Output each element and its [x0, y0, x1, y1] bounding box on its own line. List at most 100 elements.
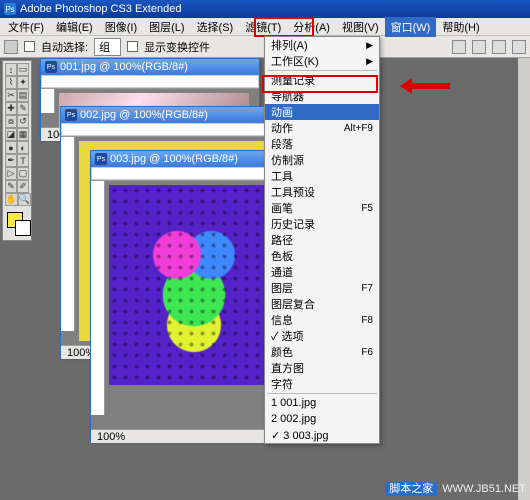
eraser-tool[interactable]: ◪ — [5, 128, 17, 141]
menu-file[interactable]: 文件(F) — [2, 17, 50, 37]
menu-item-label: 段落 — [271, 136, 293, 152]
wand-tool[interactable]: ✦ — [17, 76, 29, 89]
heal-tool[interactable]: ✚ — [5, 102, 17, 115]
menu-select[interactable]: 选择(S) — [191, 17, 240, 37]
menu-item[interactable]: 直方图 — [265, 360, 379, 376]
menu-item[interactable]: 字符 — [265, 376, 379, 392]
menu-shortcut: F6 — [361, 347, 373, 358]
brush-tool[interactable]: ✎ — [17, 102, 29, 115]
hand-tool[interactable]: ✋ — [5, 193, 18, 206]
align-icon[interactable] — [512, 40, 526, 54]
eyedropper-tool[interactable]: ✐ — [17, 180, 29, 193]
menu-item-label: 工具 — [271, 168, 293, 184]
menu-item[interactable]: 路径 — [265, 232, 379, 248]
menu-shortcut: F5 — [361, 203, 373, 214]
blur-tool[interactable]: ● — [5, 141, 17, 154]
menu-item-label: ✓ 选项 — [271, 328, 304, 344]
ps-icon: Ps — [65, 109, 77, 121]
menu-image[interactable]: 图像(I) — [99, 17, 143, 37]
stamp-tool[interactable]: ⧇ — [5, 115, 17, 128]
menu-item[interactable]: 图层复合 — [265, 296, 379, 312]
align-icon[interactable] — [452, 40, 466, 54]
menu-item-label: 图层 — [271, 280, 293, 296]
zoom-tool[interactable]: 🔍 — [18, 193, 31, 206]
doc-title: 001.jpg @ 100%(RGB/8#) — [60, 61, 188, 73]
autoselect-checkbox[interactable] — [24, 41, 35, 52]
menu-item[interactable]: 段落 — [265, 136, 379, 152]
align-icon[interactable] — [472, 40, 486, 54]
background-swatch[interactable] — [15, 220, 31, 236]
menu-item[interactable]: 信息F8 — [265, 312, 379, 328]
menu-item-label: 仿制源 — [271, 152, 304, 168]
shape-tool[interactable]: ▢ — [17, 167, 29, 180]
move-tool[interactable]: ↕ — [5, 63, 17, 76]
menu-item[interactable]: 通道 — [265, 264, 379, 280]
menu-item[interactable]: 动画 — [265, 104, 379, 120]
menu-bar: 文件(F) 编辑(E) 图像(I) 图层(L) 选择(S) 滤镜(T) 分析(A… — [0, 18, 530, 36]
menu-item-label: 动作 — [271, 120, 293, 136]
path-tool[interactable]: ▷ — [5, 167, 17, 180]
doc-title: 002.jpg @ 100%(RGB/8#) — [80, 109, 208, 121]
menu-item[interactable]: 图层F7 — [265, 280, 379, 296]
menu-item-label: 通道 — [271, 264, 293, 280]
gradient-tool[interactable]: ▦ — [17, 128, 29, 141]
menu-separator — [267, 70, 377, 71]
zoom-level[interactable]: 100% — [97, 431, 125, 443]
menu-item-label: 图层复合 — [271, 296, 315, 312]
marquee-tool[interactable]: ▭ — [17, 63, 29, 76]
annotation-arrow — [400, 78, 450, 94]
slice-tool[interactable]: ▤ — [17, 89, 29, 102]
ps-icon: Ps — [95, 153, 107, 165]
menu-item[interactable]: 动作Alt+F9 — [265, 120, 379, 136]
menu-item[interactable]: 工作区(K)▶ — [265, 53, 379, 69]
menu-item[interactable]: 仿制源 — [265, 152, 379, 168]
crop-tool[interactable]: ✂ — [5, 89, 17, 102]
transform-checkbox[interactable] — [127, 41, 138, 52]
menu-edit[interactable]: 编辑(E) — [50, 17, 99, 37]
menu-help[interactable]: 帮助(H) — [436, 17, 485, 37]
menu-item[interactable]: 画笔F5 — [265, 200, 379, 216]
menu-item-label: 字符 — [271, 376, 293, 392]
title-bar: Ps Adobe Photoshop CS3 Extended — [0, 0, 530, 18]
menu-item[interactable]: 色板 — [265, 248, 379, 264]
menu-item[interactable]: 排列(A)▶ — [265, 37, 379, 53]
menu-item[interactable]: ✓ 3 003.jpg — [265, 427, 379, 443]
menu-item-label: 2 002.jpg — [271, 413, 316, 425]
lasso-tool[interactable]: ⌇ — [5, 76, 17, 89]
window-menu-dropdown: 排列(A)▶工作区(K)▶ 测量记录导航器动画动作Alt+F9段落仿制源工具工具预… — [264, 36, 380, 444]
menu-analysis[interactable]: 分析(A) — [287, 17, 336, 37]
menu-window[interactable]: 窗口(W) — [385, 17, 437, 37]
menu-filter[interactable]: 滤镜(T) — [239, 17, 287, 37]
menu-item-label: 工作区(K) — [271, 53, 319, 69]
menu-item-label: 颜色 — [271, 344, 293, 360]
menu-item[interactable]: 测量记录 — [265, 72, 379, 88]
menu-item-label: 排列(A) — [271, 37, 308, 53]
move-tool-icon — [4, 40, 18, 54]
menu-item-label: 1 001.jpg — [271, 397, 316, 409]
menu-layer[interactable]: 图层(L) — [143, 17, 190, 37]
menu-item[interactable]: 工具 — [265, 168, 379, 184]
type-tool[interactable]: T — [17, 154, 29, 167]
pen-tool[interactable]: ✒ — [5, 154, 17, 167]
doc-title: 003.jpg @ 100%(RGB/8#) — [110, 153, 238, 165]
notes-tool[interactable]: ✎ — [5, 180, 17, 193]
menu-item[interactable]: 2 002.jpg — [265, 411, 379, 427]
history-brush-tool[interactable]: ↺ — [17, 115, 29, 128]
ruler-vertical — [41, 89, 55, 113]
menu-item[interactable]: 工具预设 — [265, 184, 379, 200]
canvas-image[interactable] — [109, 185, 279, 385]
app-logo-icon: Ps — [4, 3, 16, 15]
menu-view[interactable]: 视图(V) — [336, 17, 385, 37]
menu-item-label: 信息 — [271, 312, 293, 328]
align-icon[interactable] — [492, 40, 506, 54]
menu-item[interactable]: 1 001.jpg — [265, 395, 379, 411]
dodge-tool[interactable]: ◐ — [17, 141, 29, 154]
autoselect-dropdown[interactable]: 组 — [94, 38, 121, 56]
menu-item[interactable]: 导航器 — [265, 88, 379, 104]
color-swatch[interactable] — [5, 210, 29, 238]
menu-item[interactable]: 历史记录 — [265, 216, 379, 232]
menu-item[interactable]: ✓ 选项 — [265, 328, 379, 344]
right-panel-dock[interactable] — [518, 58, 530, 500]
menu-item[interactable]: 颜色 F6 — [265, 344, 379, 360]
toolbox: ↕▭ ⌇✦ ✂▤ ✚✎ ⧇↺ ◪▦ ●◐ ✒T ▷▢ ✎✐ ✋🔍 — [2, 60, 32, 241]
